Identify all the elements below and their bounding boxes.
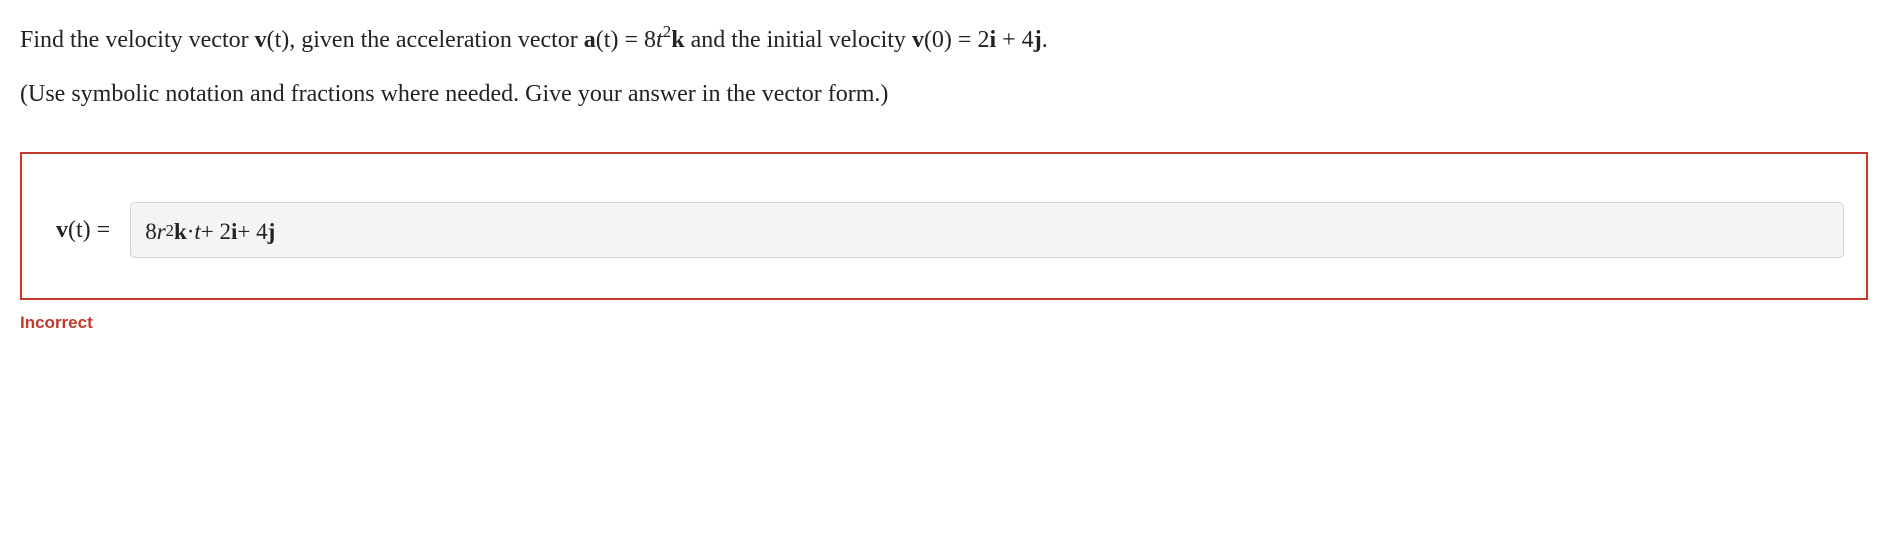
txt: + 4 [996,27,1034,53]
answer-input[interactable]: 8r2k · t + 2i + 4j [130,202,1844,258]
exp-2: 2 [663,22,672,41]
txt: and the initial velocity [685,27,912,53]
answer-row: v(t) = 8r2k · t + 2i + 4j [56,202,1844,258]
var-t: t [656,27,663,53]
exp-2: 2 [166,219,174,244]
txt: 8 [145,215,157,250]
txt: , given the acceleration vector [289,27,584,53]
txt: + 4 [237,215,267,250]
unit-j: j [268,215,276,250]
vector-v: v [56,217,68,243]
arg: (0) [924,27,952,53]
txt: = 2 [952,27,990,53]
txt: Find the velocity vector [20,27,255,53]
unit-j: j [1034,27,1042,53]
answer-lhs: v(t) = [56,212,110,248]
answer-container: v(t) = 8r2k · t + 2i + 4j [20,152,1868,300]
vector-v: v [255,27,267,53]
unit-k: k [174,215,187,250]
arg: (t) [68,217,91,243]
txt: . [1042,27,1048,53]
eq: = [91,217,111,243]
arg: (t) [596,27,619,53]
txt: = 8 [618,27,656,53]
vector-v0: v [912,27,924,53]
txt: + 2 [201,215,231,250]
feedback-label: Incorrect [20,310,1868,336]
unit-k: k [671,27,684,53]
dot: · [187,215,195,250]
arg: (t) [267,27,290,53]
var-r: r [157,215,166,250]
vector-a: a [584,27,596,53]
hint-text: (Use symbolic notation and fractions whe… [20,76,1868,112]
problem-statement: Find the velocity vector v(t), given the… [20,20,1868,58]
